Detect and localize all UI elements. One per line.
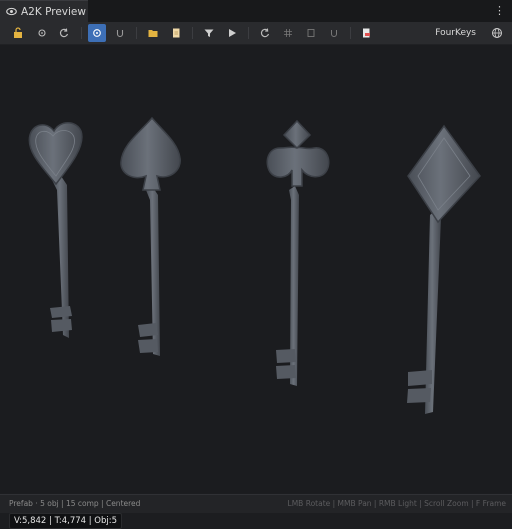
key-spade[interactable] [120,116,181,356]
globe-icon[interactable] [488,24,506,42]
export-icon[interactable] [357,24,375,42]
reset-icon[interactable] [33,24,51,42]
folder-icon[interactable] [144,24,162,42]
viewport-stats-overlay: V:5,842 | T:4,774 | Obj:5 [9,513,123,529]
rotate-icon[interactable] [256,24,274,42]
frame-icon[interactable] [302,24,320,42]
3d-viewport[interactable]: V:5,842 | T:4,774 | Obj:5 [0,45,512,529]
status-bar: Prefab · 5 obj | 15 comp | Centered LMB … [0,494,512,513]
eye-icon [6,7,17,16]
toolbar-separator [350,27,351,39]
toolbar-separator [248,27,249,39]
toolbar-separator [192,27,193,39]
snap-icon[interactable] [325,24,343,42]
key-heart[interactable] [28,122,83,338]
tab-bar: A2K Preview ⋮ [0,0,512,22]
tab-title: A2K Preview [21,5,86,18]
viewport-canvas [28,116,481,414]
magnet-icon[interactable] [111,24,129,42]
orbit-icon[interactable] [88,24,106,42]
more-menu-icon[interactable]: ⋮ [494,4,505,17]
key-diamond[interactable] [407,124,481,414]
grid-icon[interactable] [279,24,297,42]
tab-a2k-preview[interactable]: A2K Preview [0,0,88,22]
lock-open-icon[interactable] [9,24,27,42]
undo-icon[interactable] [55,24,73,42]
play-icon[interactable] [223,24,241,42]
filter-icon[interactable] [200,24,218,42]
status-controls-hint: LMB Rotate | MMB Pan | RMB Light | Scrol… [287,499,506,508]
toolbar: FourKeys [0,22,512,45]
project-name: FourKeys [435,28,476,38]
file-icon[interactable] [167,24,185,42]
toolbar-separator [81,27,82,39]
status-left: Prefab · 5 obj | 15 comp | Centered [9,499,141,508]
key-club[interactable] [266,119,330,386]
toolbar-separator [136,27,137,39]
